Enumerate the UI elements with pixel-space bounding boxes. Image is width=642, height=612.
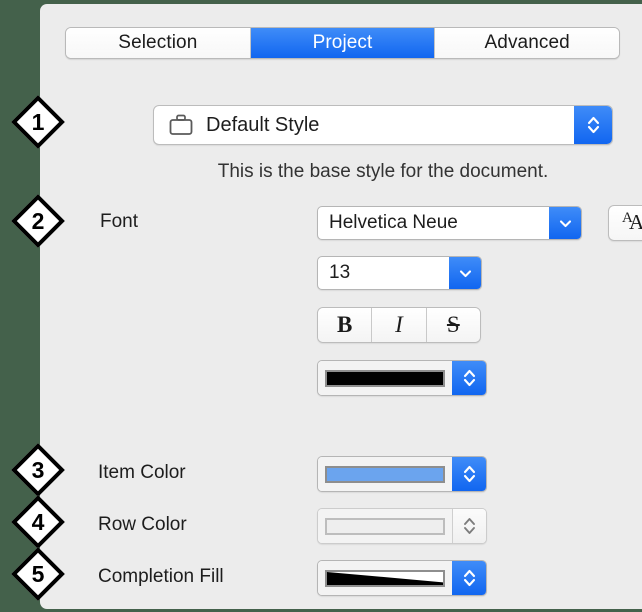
callout-4: 4 xyxy=(10,494,66,550)
tab-selection[interactable]: Selection xyxy=(66,28,251,58)
text-color-well[interactable] xyxy=(317,360,487,396)
style-description: This is the base style for the document. xyxy=(217,161,549,182)
completion-fill-label: Completion Fill xyxy=(98,566,224,587)
row-color-swatch xyxy=(325,517,445,535)
bold-button[interactable]: B xyxy=(318,308,373,342)
italic-glyph: I xyxy=(395,312,403,337)
text-color-swatch xyxy=(325,369,445,387)
tab-project-label: Project xyxy=(312,32,373,53)
chevron-down-icon[interactable] xyxy=(549,207,581,239)
strikethrough-glyph: S xyxy=(446,312,460,337)
tab-advanced-label: Advanced xyxy=(484,32,570,53)
completion-fill-swatch-holder[interactable] xyxy=(318,561,452,595)
callout-5-number: 5 xyxy=(31,560,45,587)
tab-advanced[interactable]: Advanced xyxy=(435,28,619,58)
text-color-swatch-holder[interactable] xyxy=(318,361,452,395)
bold-glyph: B xyxy=(336,312,353,337)
item-color-label: Item Color xyxy=(98,462,186,483)
font-panel-button[interactable]: A A xyxy=(608,205,642,241)
font-panel-icon: A A xyxy=(620,208,642,239)
chevron-down-icon[interactable] xyxy=(449,257,481,289)
screenshot-root: Selection Project Advanced Default Style xyxy=(0,0,642,612)
callout-4-number: 4 xyxy=(31,508,45,535)
callout-1-number: 1 xyxy=(31,108,45,135)
callout-3: 3 xyxy=(10,442,66,498)
font-style-buttons[interactable]: B I S xyxy=(317,307,481,343)
font-size-select[interactable]: 13 xyxy=(317,256,482,290)
callout-3-number: 3 xyxy=(31,456,45,483)
callout-1: 1 xyxy=(10,94,66,150)
row-color-well[interactable] xyxy=(317,508,487,544)
italic-button[interactable]: I xyxy=(372,308,427,342)
up-down-chevron-icon[interactable] xyxy=(452,509,486,543)
up-down-chevron-icon[interactable] xyxy=(452,561,486,595)
tab-bar[interactable]: Selection Project Advanced xyxy=(65,27,620,59)
item-color-swatch xyxy=(325,465,445,483)
inspector-panel: Selection Project Advanced Default Style xyxy=(40,4,642,609)
font-family-select[interactable]: Helvetica Neue xyxy=(317,206,582,240)
up-down-chevron-icon[interactable] xyxy=(574,106,612,144)
font-label: Font xyxy=(100,211,139,232)
completion-fill-swatch xyxy=(325,569,445,587)
style-popup-button[interactable]: Default Style xyxy=(153,105,613,145)
up-down-chevron-icon[interactable] xyxy=(452,361,486,395)
font-family-value: Helvetica Neue xyxy=(329,212,458,233)
briefcase-icon xyxy=(168,113,194,137)
font-size-value: 13 xyxy=(329,262,351,283)
callout-5: 5 xyxy=(10,546,66,602)
completion-fill-well[interactable] xyxy=(317,560,487,596)
item-color-well[interactable] xyxy=(317,456,487,492)
row-color-label: Row Color xyxy=(98,514,187,535)
callout-2: 2 xyxy=(10,193,66,249)
strikethrough-button[interactable]: S xyxy=(426,308,480,342)
callout-2-number: 2 xyxy=(31,207,45,234)
tab-project[interactable]: Project xyxy=(250,28,436,58)
up-down-chevron-icon[interactable] xyxy=(452,457,486,491)
item-color-swatch-holder[interactable] xyxy=(318,457,452,491)
svg-text:A: A xyxy=(629,210,642,234)
style-popup-value: Default Style xyxy=(206,113,320,136)
tab-selection-label: Selection xyxy=(118,32,198,53)
row-color-swatch-holder[interactable] xyxy=(318,509,452,543)
